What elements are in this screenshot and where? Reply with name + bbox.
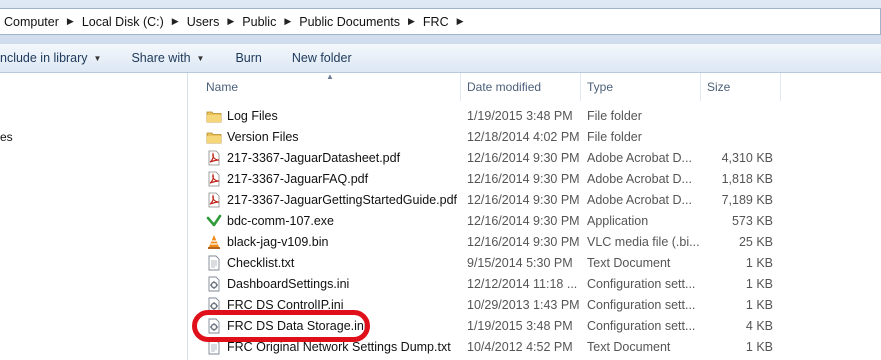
config-file-icon <box>208 276 220 292</box>
file-row-black-jag-bin[interactable]: black-jag-v109.bin 12/16/2014 9:30 PM VL… <box>196 231 781 252</box>
file-row-log-files[interactable]: Log Files 1/19/2015 3:48 PM File folder <box>196 105 781 126</box>
file-type: Configuration sett... <box>587 276 696 291</box>
chevron-right-icon[interactable]: ▶ <box>170 16 185 27</box>
file-size: 25 KB <box>738 234 773 249</box>
file-name: Version Files <box>227 129 299 144</box>
file-size: 1 KB <box>745 339 773 354</box>
file-name: 217-3367-JaguarGettingStartedGuide.pdf <box>227 192 458 207</box>
file-type: Text Document <box>587 339 671 354</box>
file-size: 4,310 KB <box>721 150 773 165</box>
new-folder-button[interactable]: New folder <box>292 44 352 72</box>
file-size: 1 KB <box>745 255 773 270</box>
file-row-dashboard-settings[interactable]: DashboardSettings.ini 12/12/2014 11:18 .… <box>196 273 781 294</box>
file-size: 4 KB <box>745 318 773 333</box>
file-date: 12/12/2014 11:18 ... <box>467 276 578 291</box>
address-bar-area: Computer ▶ Local Disk (C:) ▶ Users ▶ Public… <box>0 0 881 44</box>
breadcrumb-item-public[interactable]: Public ▶ <box>240 15 297 29</box>
column-header-date-modified[interactable]: Date modified <box>461 73 581 101</box>
file-date: 1/19/2015 3:48 PM <box>467 108 573 123</box>
column-header-size[interactable]: Size <box>701 73 781 101</box>
pdf-icon <box>208 171 220 187</box>
file-name: 217-3367-JaguarFAQ.pdf <box>227 171 369 186</box>
breadcrumb-item-users[interactable]: Users ▶ <box>185 15 241 29</box>
file-type: File folder <box>587 129 642 144</box>
column-header-type[interactable]: Type <box>581 73 701 101</box>
breadcrumb-item-frc[interactable]: FRC ▶ <box>421 15 470 29</box>
file-row-jaguar-guide[interactable]: 217-3367-JaguarGettingStartedGuide.pdf 1… <box>196 189 781 210</box>
file-row-jaguar-faq[interactable]: 217-3367-JaguarFAQ.pdf 12/16/2014 9:30 P… <box>196 168 781 189</box>
file-date: 9/15/2014 5:30 PM <box>467 255 573 270</box>
dropdown-arrow-icon: ▼ <box>196 53 205 63</box>
nav-item[interactable]: es <box>0 130 13 144</box>
include-in-library-button[interactable]: nclude in library ▼ <box>0 44 101 72</box>
file-type: Adobe Acrobat D... <box>587 171 692 186</box>
command-toolbar: nclude in library ▼ Share with ▼ Burn New … <box>0 44 881 73</box>
file-name: DashboardSettings.ini <box>227 276 350 291</box>
file-name: Checklist.txt <box>227 255 295 270</box>
share-with-button[interactable]: Share with ▼ <box>131 44 204 72</box>
file-row-checklist[interactable]: Checklist.txt 9/15/2014 5:30 PM Text Doc… <box>196 252 781 273</box>
file-type: Text Document <box>587 255 671 270</box>
file-date: 12/18/2014 4:02 PM <box>467 129 580 144</box>
breadcrumb[interactable]: Computer ▶ Local Disk (C:) ▶ Users ▶ Public… <box>0 8 881 35</box>
file-row-jaguar-datasheet[interactable]: 217-3367-JaguarDatasheet.pdf 12/16/2014 … <box>196 147 781 168</box>
exe-check-icon <box>206 214 222 227</box>
file-date: 1/19/2015 3:48 PM <box>467 318 573 333</box>
text-file-icon <box>208 255 220 271</box>
file-date: 12/16/2014 9:30 PM <box>467 150 580 165</box>
file-size: 1 KB <box>745 276 773 291</box>
folder-icon <box>206 132 222 144</box>
file-size: 1,818 KB <box>721 171 773 186</box>
file-row-bdc-comm[interactable]: bdc-comm-107.exe 12/16/2014 9:30 PM Appl… <box>196 210 781 231</box>
breadcrumb-item-computer[interactable]: Computer ▶ <box>2 15 80 29</box>
file-date: 12/16/2014 9:30 PM <box>467 234 580 249</box>
file-date: 10/4/2012 4:52 PM <box>467 339 573 354</box>
pdf-icon <box>208 150 220 166</box>
file-size: 573 KB <box>731 213 773 228</box>
chevron-right-icon[interactable]: ▶ <box>225 16 240 27</box>
file-date: 12/16/2014 9:30 PM <box>467 171 580 186</box>
file-type: Configuration sett... <box>587 318 696 333</box>
file-name: 217-3367-JaguarDatasheet.pdf <box>227 150 401 165</box>
file-type: Configuration sett... <box>587 297 696 312</box>
file-name: Log Files <box>227 108 278 123</box>
file-type: VLC media file (.bi... <box>587 234 700 249</box>
dropdown-arrow-icon: ▼ <box>93 53 102 63</box>
file-date: 12/16/2014 9:30 PM <box>467 192 580 207</box>
folder-icon <box>206 111 222 123</box>
sort-ascending-icon: ▲ <box>326 72 334 81</box>
chevron-right-icon[interactable]: ▶ <box>406 16 421 27</box>
file-date: 10/29/2013 1:43 PM <box>467 297 580 312</box>
file-type: File folder <box>587 108 642 123</box>
file-type: Adobe Acrobat D... <box>587 150 692 165</box>
file-row-version-files[interactable]: Version Files 12/18/2014 4:02 PM File fo… <box>196 126 781 147</box>
vlc-cone-icon <box>208 235 220 249</box>
file-type: Adobe Acrobat D... <box>587 192 692 207</box>
highlight-circle-annotation <box>192 310 370 342</box>
chevron-right-icon[interactable]: ▶ <box>282 16 297 27</box>
pdf-icon <box>208 192 220 208</box>
chevron-right-icon[interactable]: ▶ <box>65 16 80 27</box>
navigation-pane[interactable]: es <box>0 73 188 360</box>
breadcrumb-item-public-documents[interactable]: Public Documents ▶ <box>297 15 421 29</box>
burn-button[interactable]: Burn <box>235 44 261 72</box>
file-type: Application <box>587 213 649 228</box>
file-date: 12/16/2014 9:30 PM <box>467 213 580 228</box>
file-size: 1 KB <box>745 297 773 312</box>
file-name: black-jag-v109.bin <box>227 234 329 249</box>
file-name: bdc-comm-107.exe <box>227 213 334 228</box>
file-size: 7,189 KB <box>721 192 773 207</box>
chevron-right-icon[interactable]: ▶ <box>455 16 470 27</box>
breadcrumb-item-local-disk[interactable]: Local Disk (C:) ▶ <box>80 15 185 29</box>
